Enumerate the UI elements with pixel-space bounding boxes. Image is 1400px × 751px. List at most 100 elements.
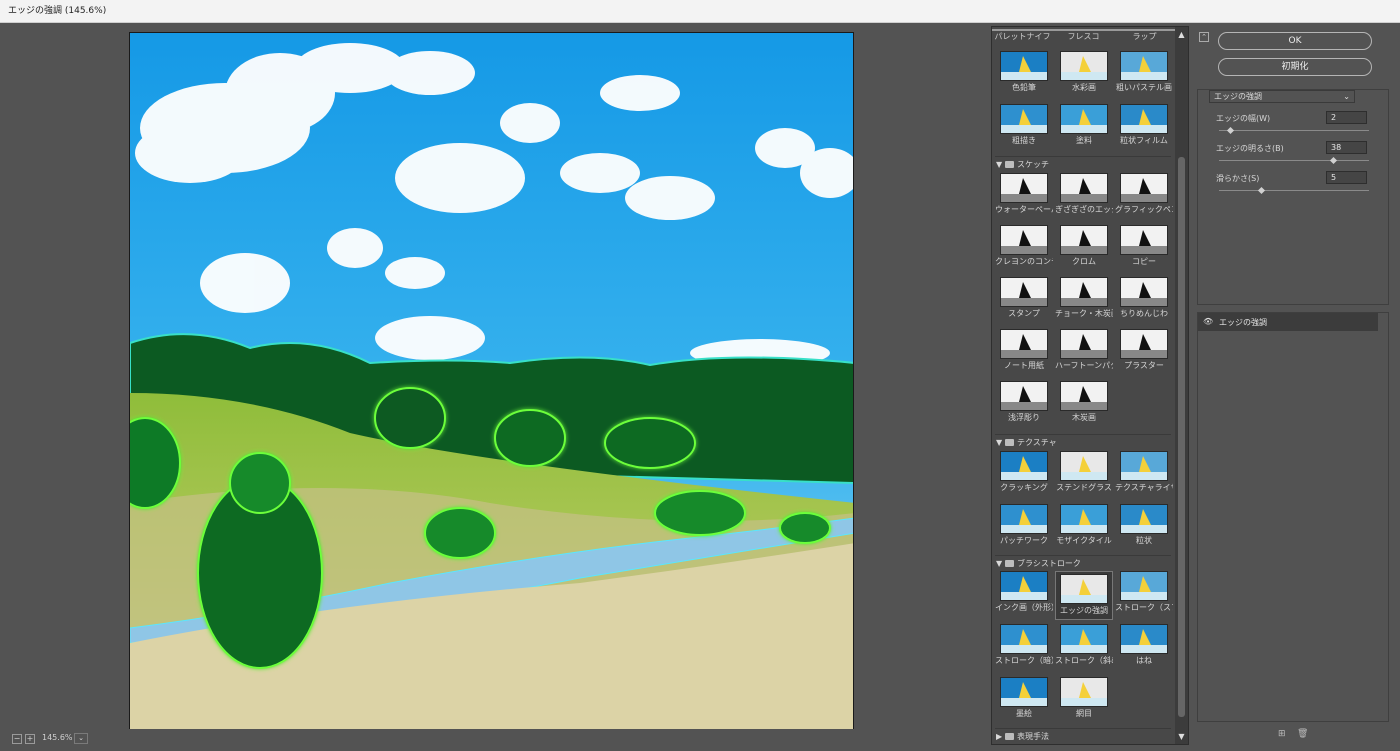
disclosure-triangle-icon[interactable]: ▼ [996, 160, 1005, 169]
thumbnail-image [1060, 504, 1108, 534]
filter-thumbnail[interactable]: クレヨンのコンテ画 [995, 225, 1053, 266]
disclosure-triangle-icon[interactable]: ▼ [996, 438, 1005, 447]
thumbnail-image [1060, 51, 1108, 81]
zoom-in-button[interactable]: + [25, 734, 35, 744]
thumb-label[interactable]: フレスコ [1053, 29, 1114, 43]
thumbnail-label: クラッキング [1000, 483, 1048, 492]
new-effect-layer-icon[interactable]: ⊞ [1278, 729, 1286, 739]
category-header[interactable]: ▶ 表現手法 [996, 731, 1049, 742]
filter-thumbnail[interactable]: モザイクタイル [1055, 504, 1113, 545]
thumbnail-image [1060, 574, 1108, 604]
filter-thumbnail[interactable]: ぎざぎざのエッジ [1055, 173, 1113, 214]
thumbnail-image [1120, 104, 1168, 134]
filter-select[interactable]: エッジの強調 ⌄ [1209, 90, 1355, 103]
thumb-label[interactable]: パレットナイフ [992, 29, 1053, 43]
filter-thumbnail[interactable]: 墨絵 [995, 677, 1053, 718]
zoom-dropdown[interactable]: ⌄ [74, 733, 88, 744]
param-slider-knob[interactable] [1226, 126, 1234, 135]
filter-thumbnail[interactable]: ウォーターペーパー [995, 173, 1053, 214]
scroll-down-icon[interactable]: ▼ [1177, 732, 1186, 741]
category-header[interactable]: ▼ ブラシストローク [996, 558, 1081, 569]
category-title: テクスチャ [1017, 438, 1057, 447]
param-slider-track[interactable] [1219, 190, 1369, 191]
category-header[interactable]: ▼ テクスチャ [996, 437, 1057, 448]
thumbnail-image [1000, 677, 1048, 707]
filter-thumbnail[interactable]: ステンドグラス [1055, 451, 1113, 492]
disclosure-triangle-icon[interactable]: ▶ [996, 732, 1005, 741]
filter-thumbnail[interactable]: 粒状 [1115, 504, 1173, 545]
thumbnail-label: 塗料 [1076, 136, 1092, 145]
eye-icon[interactable]: 👁 [1203, 317, 1213, 326]
reset-button[interactable]: 初期化 [1218, 58, 1372, 76]
thumbnail-image [1000, 329, 1048, 359]
delete-effect-layer-icon[interactable]: 🗑 [1297, 729, 1308, 739]
gallery-scrollbar[interactable]: ▲ ▼ [1175, 27, 1188, 744]
effect-layer-row[interactable]: 👁 エッジの強調 [1198, 313, 1378, 331]
filter-thumbnail[interactable]: ちりめんじわ [1115, 277, 1173, 318]
param-slider-track[interactable] [1219, 130, 1369, 131]
thumbnail-label: 粒状フィルム [1120, 136, 1168, 145]
thumbnail-image [1120, 225, 1168, 255]
filter-thumbnail[interactable]: ストローク（斜め） [1055, 624, 1113, 665]
thumbnail-image [1120, 624, 1168, 654]
filter-thumbnail[interactable]: 水彩画 [1055, 51, 1113, 92]
filter-thumbnail[interactable]: クラッキング [995, 451, 1053, 492]
category-header[interactable]: ▼ スケッチ [996, 159, 1049, 170]
filter-thumbnail[interactable]: ストローク（スプレー） [1115, 571, 1173, 612]
filter-thumbnail[interactable]: スタンプ [995, 277, 1053, 318]
filter-thumbnail[interactable]: クロム [1055, 225, 1113, 266]
param-slider-knob[interactable] [1257, 186, 1266, 195]
ok-button[interactable]: OK [1218, 32, 1372, 50]
param-value-input[interactable]: 2 [1326, 111, 1367, 124]
filter-thumbnail[interactable]: 浅浮彫り [995, 381, 1053, 422]
scroll-thumb[interactable] [1178, 157, 1185, 717]
filter-thumbnail[interactable]: ストローク（暗） [995, 624, 1053, 665]
thumbnail-label: グラフィックペン [1115, 205, 1173, 214]
param-slider-knob[interactable] [1329, 156, 1338, 165]
filter-thumbnail[interactable]: テクスチャライザー [1115, 451, 1173, 492]
filter-thumbnail[interactable]: 粗いパステル画 [1115, 51, 1173, 92]
thumbnail-image [1000, 51, 1048, 81]
filter-thumbnail[interactable]: ハーフトーンパターン [1055, 329, 1113, 370]
filter-thumbnail[interactable]: グラフィックペン [1115, 173, 1173, 214]
preview-canvas[interactable] [129, 32, 854, 731]
filter-thumbnail[interactable]: コピー [1115, 225, 1173, 266]
filter-thumbnail[interactable]: プラスター [1115, 329, 1173, 370]
collapse-gallery-button[interactable]: ⌃ [1199, 32, 1209, 42]
filter-thumbnail[interactable]: 塗料 [1055, 104, 1113, 145]
filter-thumbnail[interactable]: 色鉛筆 [995, 51, 1053, 92]
thumbnail-image [1060, 277, 1108, 307]
thumbnail-image [1120, 451, 1168, 481]
filter-thumbnail[interactable]: ノート用紙 [995, 329, 1053, 370]
filter-thumbnail[interactable]: 木炭画 [1055, 381, 1113, 422]
thumbnail-label: 墨絵 [1016, 709, 1032, 718]
filter-thumbnail[interactable]: インク画（外形） [995, 571, 1053, 612]
thumbnail-label: 網目 [1076, 709, 1092, 718]
filter-gallery-list: パレットナイフ フレスコ ラップ 色鉛筆 水彩画 粗いパステル画粗描き 塗料 粒状フィル… [992, 27, 1175, 744]
filter-thumbnail[interactable]: はね [1115, 624, 1173, 665]
thumbnail-label: 色鉛筆 [1012, 83, 1036, 92]
thumbnail-label: ストローク（暗） [995, 656, 1053, 665]
filter-thumbnail[interactable]: 粗描き [995, 104, 1053, 145]
param-value-input[interactable]: 38 [1326, 141, 1367, 154]
filter-thumbnail[interactable]: 粒状フィルム [1115, 104, 1173, 145]
preview-footer: − + 145.6% ⌄ [0, 729, 988, 751]
thumbnail-label: チョーク・木炭画 [1055, 309, 1113, 318]
thumb-label[interactable]: ラップ [1114, 29, 1175, 43]
disclosure-triangle-icon[interactable]: ▼ [996, 559, 1005, 568]
thumbnail-image [1000, 504, 1048, 534]
filter-thumbnail[interactable]: パッチワーク [995, 504, 1053, 545]
scroll-up-icon[interactable]: ▲ [1177, 30, 1186, 39]
thumbnail-label: プラスター [1124, 361, 1164, 370]
filter-thumbnail[interactable]: 網目 [1055, 677, 1113, 718]
filter-thumbnail[interactable]: エッジの強調 [1055, 571, 1113, 620]
filter-thumbnail[interactable]: チョーク・木炭画 [1055, 277, 1113, 318]
zoom-out-button[interactable]: − [12, 734, 22, 744]
folder-icon [1005, 560, 1014, 567]
preview-area[interactable] [0, 24, 988, 731]
filter-gallery[interactable]: パレットナイフ フレスコ ラップ 色鉛筆 水彩画 粗いパステル画粗描き 塗料 粒状フィル… [991, 26, 1189, 745]
param-value-input[interactable]: 5 [1326, 171, 1367, 184]
thumbnail-image [1120, 329, 1168, 359]
param-slider-track[interactable] [1219, 160, 1369, 161]
thumbnail-label: クロム [1072, 257, 1096, 266]
